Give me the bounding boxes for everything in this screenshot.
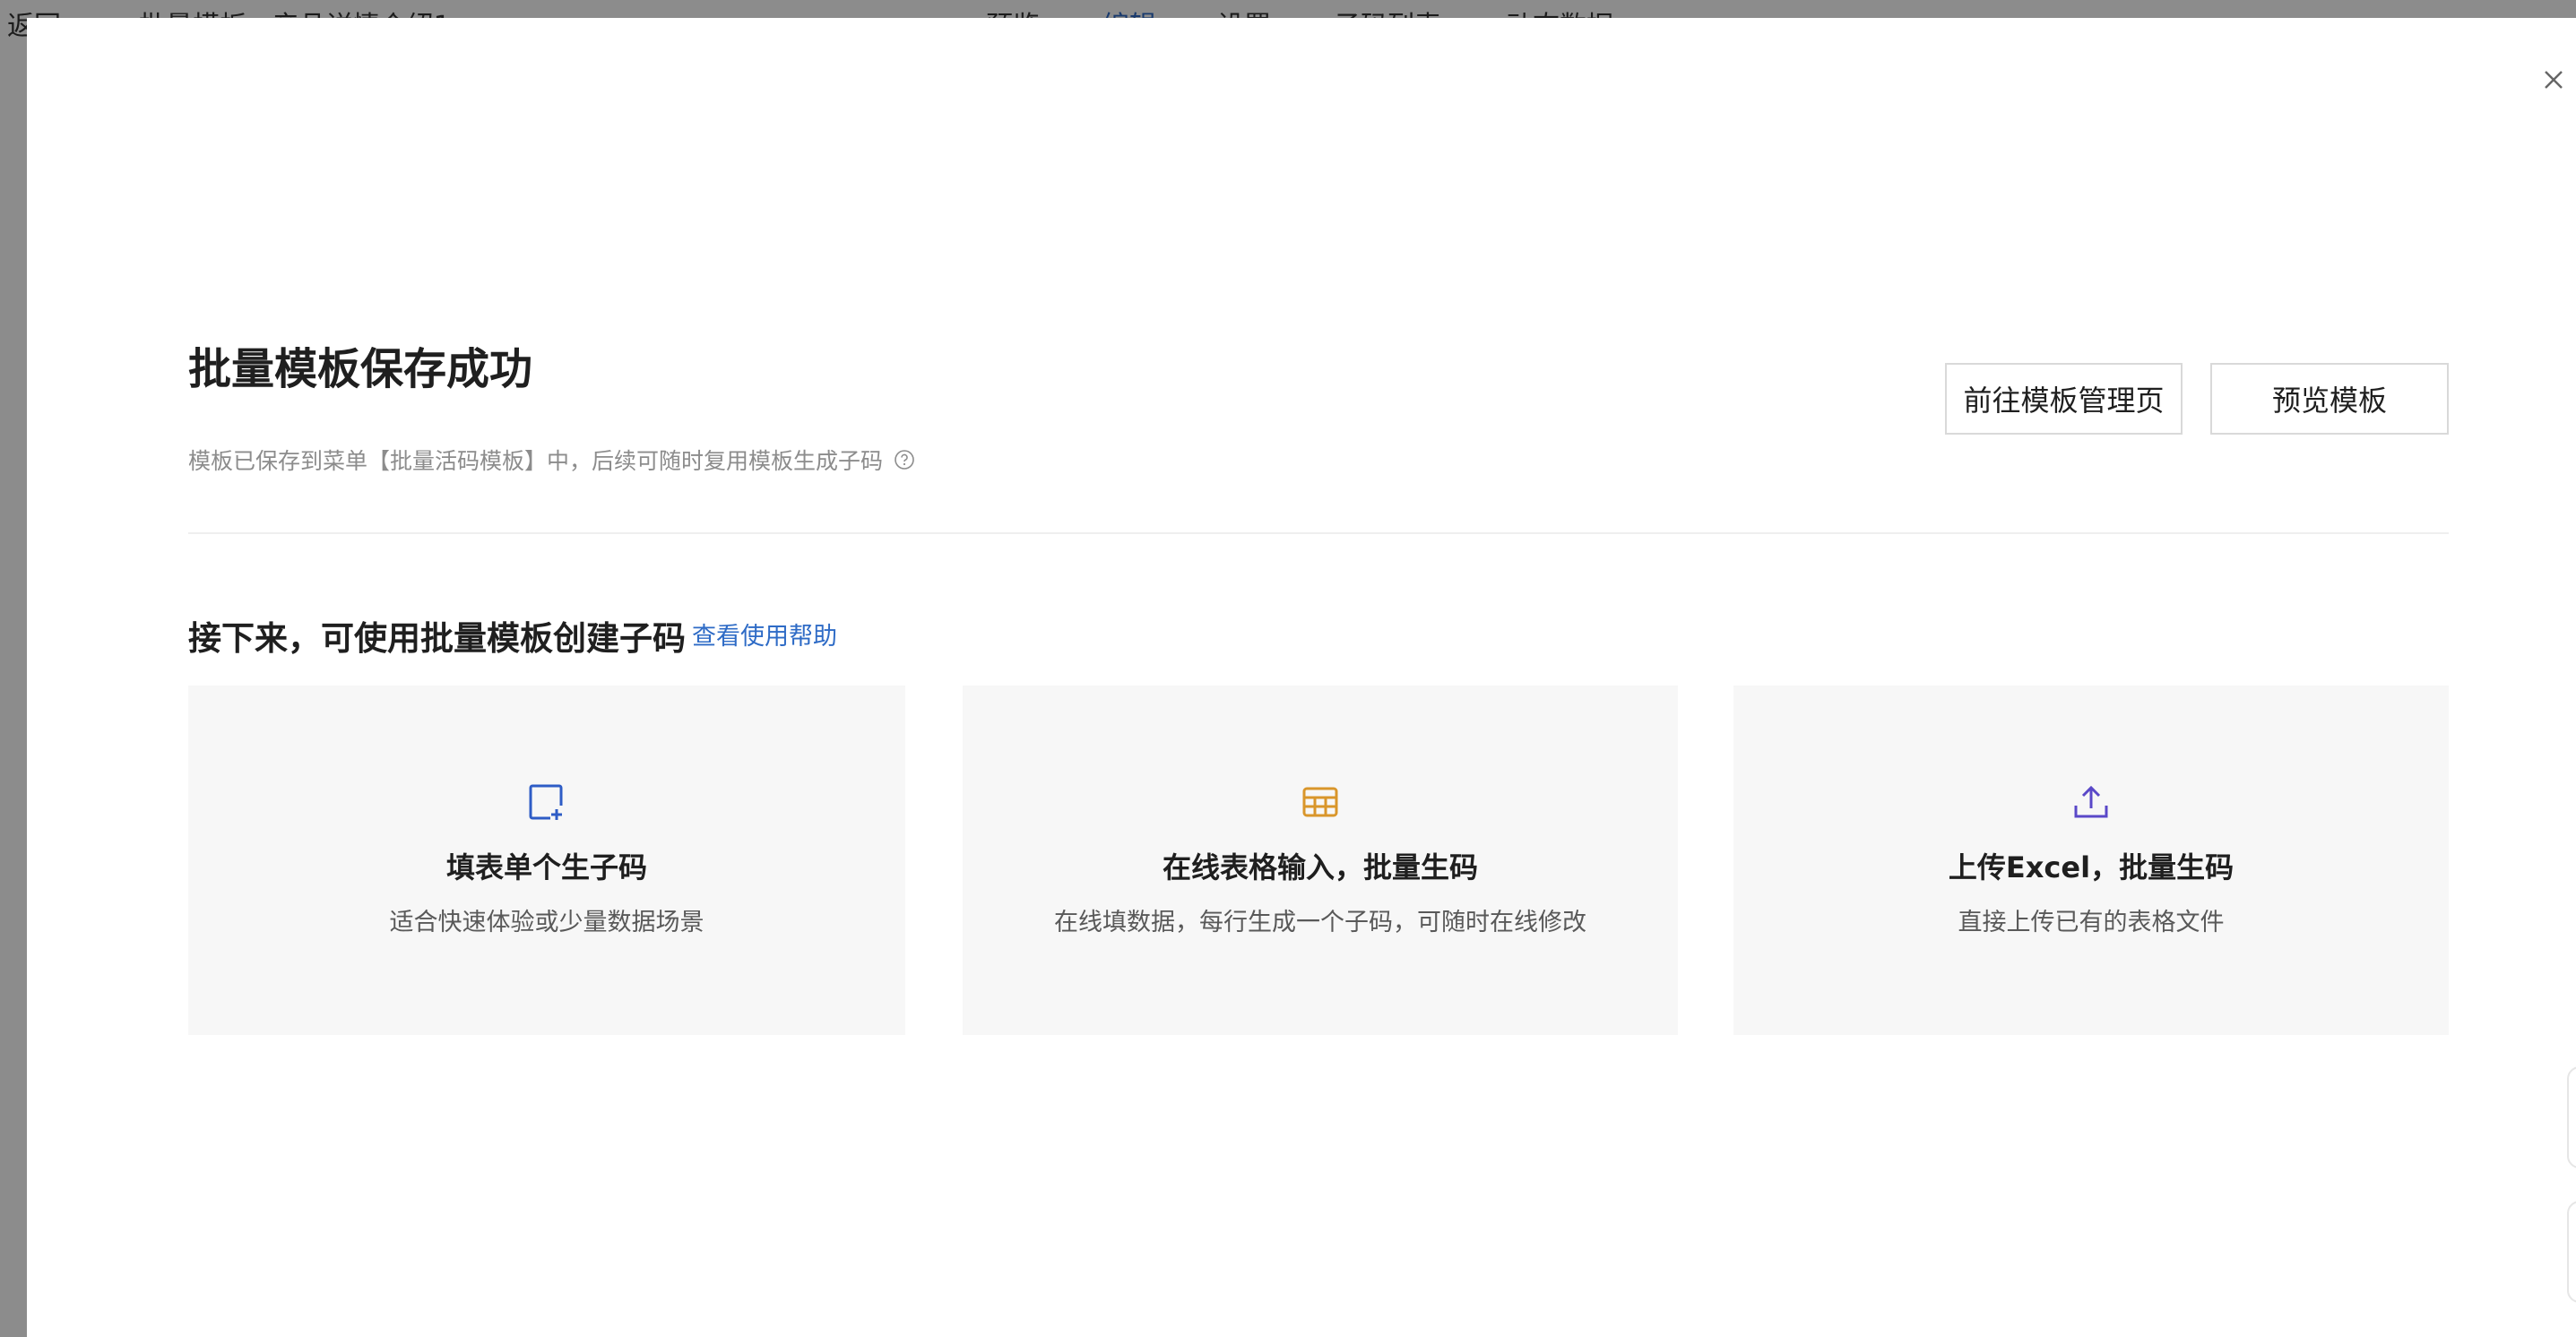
next-steps-title: 接下来，可使用批量模板创建子码 [188,619,686,658]
close-icon[interactable] [2538,65,2569,95]
modal-description-row: 模板已保存到菜单【批量活码模板】中，后续可随时复用模板生成子码 [188,444,915,476]
table-icon [1301,782,1340,822]
card-title: 上传Excel，批量生码 [1948,850,2235,884]
card-title: 填表单个生子码 [445,850,647,884]
modal-title: 批量模板保存成功 [188,344,533,394]
go-template-manage-button[interactable]: 前往模板管理页 [1945,363,2183,435]
card-online-table[interactable]: 在线表格输入，批量生码 在线填数据，每行生成一个子码，可随时在线修改 [963,686,1678,1035]
card-upload-excel[interactable]: 上传Excel，批量生码 直接上传已有的表格文件 [1733,686,2449,1035]
divider [188,532,2449,534]
success-modal: 批量模板保存成功 模板已保存到菜单【批量活码模板】中，后续可随时复用模板生成子码… [27,18,2576,1337]
preview-template-button[interactable]: 预览模板 [2210,363,2449,435]
card-desc: 在线填数据，每行生成一个子码，可随时在线修改 [1054,909,1586,936]
usage-help-link[interactable]: 查看使用帮助 [692,617,837,651]
card-single-form[interactable]: 填表单个生子码 适合快速体验或少量数据场景 [188,686,905,1035]
modal-description: 模板已保存到菜单【批量活码模板】中，后续可随时复用模板生成子码 [188,448,884,474]
card-title: 在线表格输入，批量生码 [1162,850,1478,884]
upload-icon [2071,782,2111,822]
side-float-handle[interactable] [2567,1066,2576,1169]
question-circle-icon[interactable] [894,449,915,470]
card-desc: 适合快速体验或少量数据场景 [389,909,705,936]
form-add-icon [527,782,566,822]
card-desc: 直接上传已有的表格文件 [1958,909,2225,936]
side-float-handle[interactable] [2567,1201,2576,1303]
